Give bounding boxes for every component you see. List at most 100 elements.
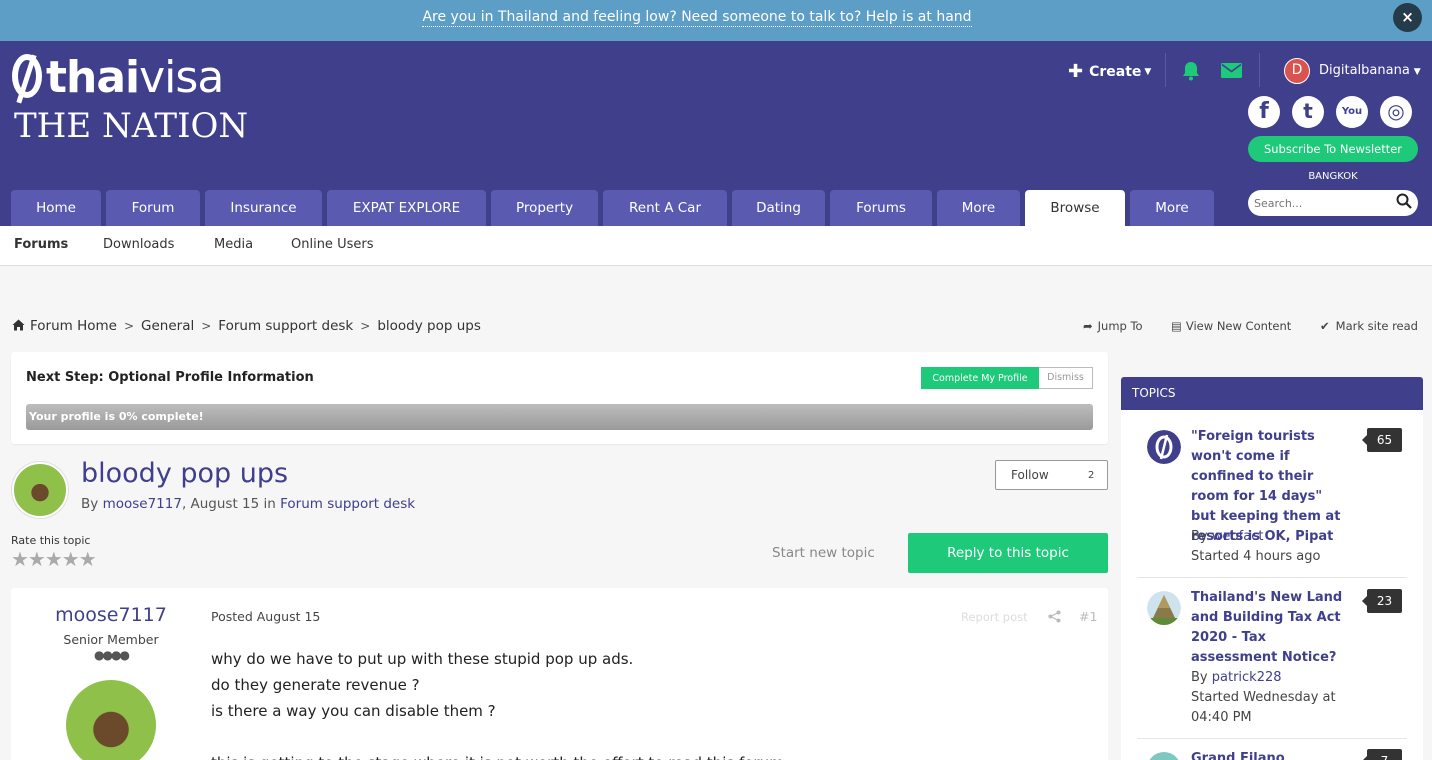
newspaper-icon: ▤ xyxy=(1171,319,1182,333)
rate-topic-label: Rate this topic xyxy=(11,534,91,547)
breadcrumb-forum-home[interactable]: Forum Home xyxy=(30,318,117,334)
tab-forums[interactable]: Forums xyxy=(830,190,932,226)
tab-property[interactable]: Property xyxy=(491,190,598,226)
create-label: Create xyxy=(1089,64,1142,80)
mark-site-read-link[interactable]: ✔ Mark site read xyxy=(1320,319,1418,333)
sidebar-topic-title[interactable]: Grand Filano xyxy=(1191,749,1351,760)
topic-by-label: By xyxy=(81,496,99,512)
complete-profile-button[interactable]: Complete My Profile xyxy=(921,367,1039,389)
subnav-online-users[interactable]: Online Users xyxy=(291,237,373,252)
post-content: why do we have to put up with these stup… xyxy=(211,646,784,760)
tab-browse[interactable]: Browse xyxy=(1025,190,1125,226)
divider xyxy=(1165,53,1166,87)
close-icon[interactable]: × xyxy=(1393,3,1422,32)
tab-more-secondary[interactable]: More xyxy=(1130,190,1214,226)
post-date: Posted August 15 xyxy=(211,609,321,624)
search-input[interactable] xyxy=(1254,194,1394,212)
post-author-rank: Senior Member xyxy=(63,632,159,647)
view-new-content-label: View New Content xyxy=(1185,319,1292,333)
view-new-content-link[interactable]: ▤ View New Content xyxy=(1171,319,1291,333)
share-arrow-icon: ➦ xyxy=(1083,319,1093,333)
reply-to-topic-button[interactable]: Reply to this topic xyxy=(908,533,1108,573)
sidebar-topic-author: By webfact xyxy=(1191,527,1263,547)
logo-subtitle[interactable]: THE NATION xyxy=(14,107,248,145)
rank-pips: ●●●● xyxy=(94,648,130,662)
user-avatar[interactable]: D xyxy=(1284,58,1310,84)
twitter-icon[interactable]: t xyxy=(1292,96,1324,128)
facebook-icon[interactable]: f xyxy=(1248,96,1280,128)
tab-rent-a-car[interactable]: Rent A Car xyxy=(603,190,727,226)
tab-insurance[interactable]: Insurance xyxy=(205,190,322,226)
topic-author-avatar[interactable] xyxy=(1147,430,1181,464)
post-line: do they generate revenue ? xyxy=(211,676,420,694)
sub-navigation: Forums Downloads Media Online Users xyxy=(0,226,1432,266)
sidebar-topic-started: Started Wednesday at 04:40 PM xyxy=(1191,690,1336,725)
reply-count-badge: 65 xyxy=(1362,428,1402,452)
site-logo[interactable]: thaivisa xyxy=(12,52,224,103)
reply-count-badge: 7 xyxy=(1362,749,1402,760)
chevron-right-icon: > xyxy=(201,319,212,333)
post-author-avatar[interactable] xyxy=(66,680,156,760)
topic-author-link[interactable]: moose7117 xyxy=(103,496,182,512)
report-post-link[interactable]: Report post xyxy=(961,610,1028,624)
logo-text-bold: thai xyxy=(46,52,140,103)
post-line: is there a way you can disable them ? xyxy=(211,702,496,720)
logo-mark-icon xyxy=(12,54,42,98)
divider xyxy=(1137,577,1407,578)
post-line: why do we have to put up with these stup… xyxy=(211,650,634,668)
tab-expat-explore[interactable]: EXPAT EXPLORE xyxy=(327,190,486,226)
post-author-name[interactable]: moose7117 xyxy=(11,604,211,626)
location-label: BANGKOK xyxy=(1308,171,1358,182)
divider xyxy=(1259,53,1260,87)
messages-envelope-icon[interactable] xyxy=(1221,63,1242,78)
breadcrumb: Forum Home > General > Forum support desk > bl… xyxy=(12,318,481,334)
user-menu[interactable]: Digitalbanana ▼ xyxy=(1319,63,1421,78)
site-header: thaivisa THE NATION ✚ Create ▼ D Digitalba… xyxy=(0,41,1432,226)
youtube-icon[interactable]: You xyxy=(1336,96,1368,128)
subscribe-newsletter-button[interactable]: Subscribe To Newsletter xyxy=(1248,136,1418,162)
tab-dating[interactable]: Dating xyxy=(732,190,825,226)
chevron-right-icon: > xyxy=(123,319,135,333)
sidebar-topic-title[interactable]: Thailand's New Land and Building Tax Act… xyxy=(1191,588,1351,668)
notifications-bell-icon[interactable] xyxy=(1182,61,1200,81)
dismiss-button[interactable]: Dismiss xyxy=(1039,367,1093,389)
follow-count: 2 xyxy=(1088,470,1095,481)
follow-button[interactable]: Follow 2 xyxy=(995,460,1108,490)
search-icon[interactable] xyxy=(1396,193,1412,209)
tab-home[interactable]: Home xyxy=(11,190,101,226)
tab-more[interactable]: More xyxy=(937,190,1020,226)
share-icon[interactable] xyxy=(1048,610,1061,623)
sidebar-author-link[interactable]: webfact xyxy=(1212,529,1264,544)
topic-forum-link[interactable]: Forum support desk xyxy=(280,496,415,512)
sidebar-author-link[interactable]: patrick228 xyxy=(1212,670,1282,685)
subnav-forums[interactable]: Forums xyxy=(14,237,68,252)
username-label: Digitalbanana xyxy=(1319,63,1410,78)
checkmark-icon: ✔ xyxy=(1320,319,1330,333)
create-menu-button[interactable]: ✚ Create ▼ xyxy=(1068,61,1151,82)
chevron-down-icon: ▼ xyxy=(1413,67,1421,77)
chevron-down-icon: ▼ xyxy=(1144,67,1152,77)
start-new-topic-button[interactable]: Start new topic xyxy=(772,545,875,561)
rating-stars-icon[interactable]: ★★★★★ xyxy=(11,547,97,571)
breadcrumb-general[interactable]: General xyxy=(141,318,194,334)
topic-meta: By moose7117, August 15 in Forum support… xyxy=(81,496,415,512)
post-line xyxy=(211,724,784,750)
topic-author-avatar[interactable] xyxy=(1147,752,1181,760)
post-number-link[interactable]: #1 xyxy=(1079,609,1097,624)
by-label: By xyxy=(1191,670,1208,685)
topic-author-avatar[interactable] xyxy=(1147,591,1181,625)
plus-icon: ✚ xyxy=(1068,61,1084,82)
breadcrumb-forum-support-desk[interactable]: Forum support desk xyxy=(218,318,353,334)
subnav-media[interactable]: Media xyxy=(214,237,253,252)
subnav-downloads[interactable]: Downloads xyxy=(103,237,174,252)
tab-forum[interactable]: Forum xyxy=(106,190,200,226)
announcement-link[interactable]: Are you in Thailand and feeling low? Nee… xyxy=(0,9,1394,27)
breadcrumb-current-topic[interactable]: bloody pop ups xyxy=(377,318,481,334)
logo-text-light: visa xyxy=(139,52,224,103)
instagram-icon[interactable]: ◎ xyxy=(1380,96,1412,128)
mark-site-read-label: Mark site read xyxy=(1335,319,1418,333)
post-line: this is getting to the stage where it is… xyxy=(211,750,784,760)
profile-progress-bar: Your profile is 0% complete! xyxy=(26,404,1093,430)
jump-to-link[interactable]: ➦ Jump To xyxy=(1083,319,1143,333)
topic-author-avatar[interactable] xyxy=(12,462,68,518)
